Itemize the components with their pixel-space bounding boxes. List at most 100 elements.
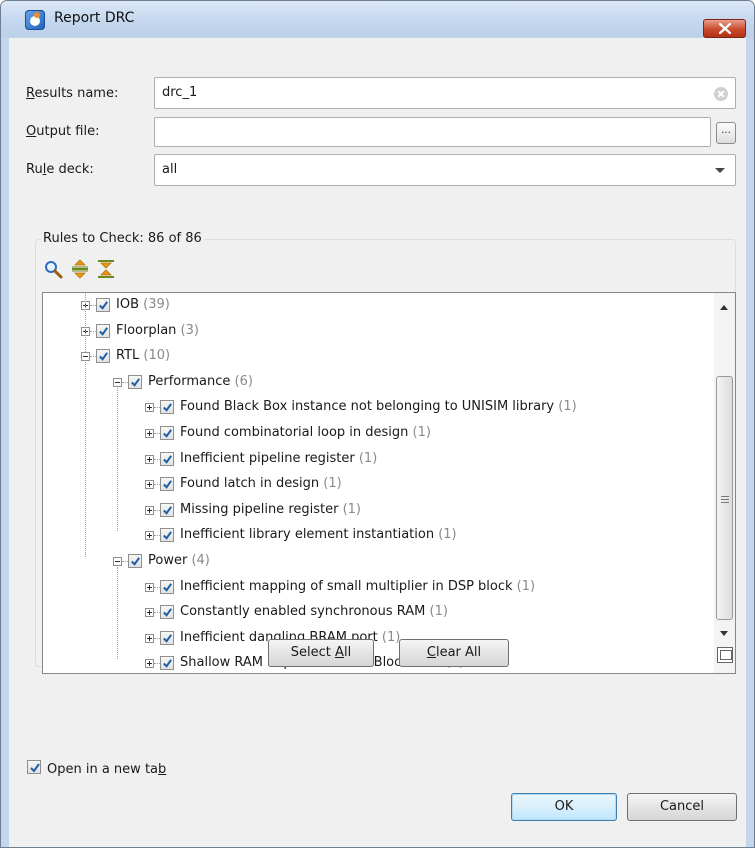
checkmark-icon xyxy=(163,454,172,464)
select-all-button[interactable]: Select All xyxy=(268,639,374,667)
checkmark-icon xyxy=(99,301,108,310)
rule-checkbox[interactable] xyxy=(160,656,174,671)
tree-row[interactable]: Floorplan (3) xyxy=(43,320,713,344)
clear-icon[interactable] xyxy=(714,87,728,101)
tree-row[interactable]: Found latch in design (1) xyxy=(43,473,713,497)
rule-checkbox[interactable] xyxy=(160,477,174,492)
rule-checkbox[interactable] xyxy=(160,426,174,440)
rule-label: RTL (10) xyxy=(116,348,170,363)
expand-icon[interactable] xyxy=(145,403,154,413)
rule-label: Constantly enabled synchronous RAM (1) xyxy=(180,604,448,619)
results-name-value: drc_1 xyxy=(162,85,198,100)
rule-name: IOB xyxy=(116,297,139,312)
rule-checkbox[interactable] xyxy=(96,298,110,312)
expand-icon[interactable] xyxy=(145,659,154,669)
checkmark-icon xyxy=(163,480,172,489)
rule-count: (1) xyxy=(338,501,361,517)
rule-deck-dropdown[interactable]: all xyxy=(154,154,736,186)
rule-name: Floorplan xyxy=(116,322,177,338)
checkmark-icon xyxy=(30,763,40,773)
tree-row[interactable]: IOB (39) xyxy=(43,294,713,318)
expand-icon[interactable] xyxy=(145,531,154,541)
browse-button[interactable]: ... xyxy=(716,122,736,144)
rule-count: (1) xyxy=(354,450,378,466)
tree-row[interactable]: Inefficient pipeline register (1) xyxy=(43,448,713,472)
tree-connector xyxy=(85,362,86,557)
tree-row[interactable]: Missing pipeline register (1) xyxy=(43,499,713,523)
maximize-icon[interactable] xyxy=(717,647,733,663)
output-file-label: Output file: xyxy=(26,124,100,139)
close-icon xyxy=(719,23,731,34)
rule-checkbox[interactable] xyxy=(160,502,174,517)
grip-icon xyxy=(721,496,729,497)
app-icon xyxy=(25,10,45,30)
rule-checkbox[interactable] xyxy=(160,605,174,620)
rule-checkbox[interactable] xyxy=(128,554,142,568)
tree-row[interactable]: Inefficient mapping of small multiplier … xyxy=(43,576,713,600)
scroll-down-icon[interactable] xyxy=(720,631,728,636)
checkmark-icon xyxy=(99,326,108,336)
rule-count: (3) xyxy=(176,322,199,338)
collapse-icon[interactable] xyxy=(81,352,90,362)
open-new-tab-label[interactable]: Open in a new tab xyxy=(47,762,166,777)
expand-icon[interactable] xyxy=(145,582,154,592)
tree-row[interactable]: Shallow RAM implemented in Block RAM (1) xyxy=(43,652,713,673)
expand-icon[interactable] xyxy=(145,454,154,464)
tree-row[interactable]: RTL (10) xyxy=(43,345,713,369)
rule-checkbox[interactable] xyxy=(160,400,174,415)
clear-all-button[interactable]: Clear All xyxy=(399,639,509,667)
rule-count: (1) xyxy=(554,399,577,415)
expand-all-icon[interactable] xyxy=(70,259,90,279)
tree-row[interactable]: Found combinatorial loop in design (1) xyxy=(43,422,713,446)
results-name-input[interactable]: drc_1 xyxy=(154,77,736,109)
tree-row[interactable]: Constantly enabled synchronous RAM (1) xyxy=(43,601,713,625)
tree-scrollbar[interactable] xyxy=(714,292,736,674)
close-button[interactable] xyxy=(703,19,746,38)
tree-row[interactable]: Inefficient library element instantiatio… xyxy=(43,524,713,548)
checkmark-icon xyxy=(163,582,172,592)
rule-checkbox[interactable] xyxy=(160,528,174,543)
checkmark-icon xyxy=(131,557,140,566)
rule-checkbox[interactable] xyxy=(128,374,142,389)
ok-button[interactable]: OK xyxy=(511,793,617,821)
rule-name: Inefficient pipeline register xyxy=(180,450,355,466)
checkmark-icon xyxy=(163,531,172,541)
tree-row[interactable]: Power (4) xyxy=(43,550,713,574)
expand-icon[interactable] xyxy=(145,633,154,643)
expand-icon[interactable] xyxy=(145,505,154,515)
title-bar: Report DRC xyxy=(1,1,754,38)
rule-name: Found combinatorial loop in design xyxy=(180,425,409,440)
rule-count: (39) xyxy=(139,297,170,312)
rule-deck-value: all xyxy=(162,162,178,177)
tree-row[interactable]: Inefficient dangling BRAM port (1) xyxy=(43,627,713,651)
cancel-button[interactable]: Cancel xyxy=(627,793,737,821)
rule-label: Power (4) xyxy=(148,553,210,568)
rule-label: Found Black Box instance not belonging t… xyxy=(180,399,577,414)
tree-row[interactable]: Found Black Box instance not belonging t… xyxy=(43,396,713,420)
rules-tree[interactable]: IOB (39) Floorplan (3) RTL (10) Performance… xyxy=(42,292,717,674)
collapse-icon[interactable] xyxy=(113,377,122,387)
collapse-all-icon[interactable] xyxy=(96,259,116,279)
tree-row[interactable]: Performance (6) xyxy=(43,371,713,395)
rule-count: (1) xyxy=(377,629,401,645)
scrollbar-thumb[interactable] xyxy=(716,376,733,620)
expand-icon[interactable] xyxy=(145,429,154,438)
rule-checkbox[interactable] xyxy=(160,579,174,594)
rule-checkbox[interactable] xyxy=(160,630,174,645)
expand-icon[interactable] xyxy=(145,608,154,618)
rules-group-label: Rules to Check: 86 of 86 xyxy=(41,231,204,246)
search-icon[interactable] xyxy=(43,259,63,279)
open-new-tab-checkbox[interactable] xyxy=(27,760,41,774)
rule-count: (1) xyxy=(408,425,431,440)
rule-checkbox[interactable] xyxy=(160,451,174,466)
rule-checkbox[interactable] xyxy=(96,349,110,364)
expand-icon[interactable] xyxy=(145,480,154,490)
rule-checkbox[interactable] xyxy=(96,323,110,338)
rule-deck-label: Rule deck: xyxy=(26,162,94,177)
rule-label: Performance (6) xyxy=(148,374,253,389)
output-file-input[interactable] xyxy=(154,117,711,147)
collapse-icon[interactable] xyxy=(113,557,122,566)
tree-connector xyxy=(117,387,118,532)
rule-label: Floorplan (3) xyxy=(116,323,199,338)
scroll-up-icon[interactable] xyxy=(720,305,728,310)
